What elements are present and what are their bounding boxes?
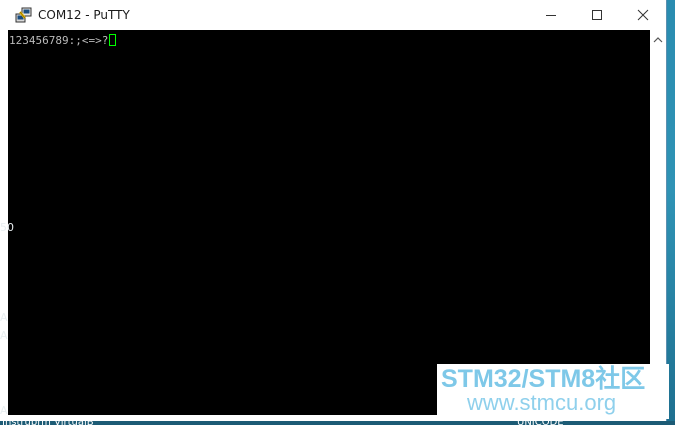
desktop-fragment-text: A bbox=[0, 404, 8, 417]
window-title: COM12 - PuTTY bbox=[38, 8, 130, 22]
putty-icon[interactable] bbox=[15, 6, 33, 24]
desktop-fragment-text: 50 bbox=[0, 221, 14, 234]
watermark: STM32/STM8社区 www.stmcu.org bbox=[437, 364, 669, 419]
close-icon bbox=[637, 6, 649, 25]
terminal-screen[interactable]: 123456789:;<=>? bbox=[8, 30, 650, 415]
minimize-button[interactable] bbox=[528, 0, 574, 30]
terminal-output-line: 123456789:;<=>? bbox=[9, 34, 117, 47]
desktop-fragment-text: A bbox=[0, 311, 8, 324]
maximize-icon bbox=[591, 6, 603, 25]
minimize-icon bbox=[545, 6, 557, 25]
maximize-button[interactable] bbox=[574, 0, 620, 30]
title-bar[interactable]: COM12 - PuTTY bbox=[0, 0, 666, 30]
terminal-output-text: 123456789:;<=>? bbox=[9, 34, 109, 47]
putty-window: COM12 - PuTTY 123456789:;<=>? bbox=[0, 0, 667, 421]
desktop-background-right bbox=[667, 0, 675, 425]
desktop-fragment-text: A bbox=[0, 329, 8, 342]
close-button[interactable] bbox=[620, 0, 666, 30]
scroll-up-button[interactable] bbox=[650, 30, 666, 46]
chevron-up-icon bbox=[653, 29, 663, 48]
watermark-title: STM32/STM8社区 bbox=[441, 365, 646, 393]
watermark-url: www.stmcu.org bbox=[467, 390, 617, 415]
terminal-cursor bbox=[109, 34, 117, 46]
taskbar-encoding-label: UNICODE bbox=[517, 418, 564, 425]
scroll-track[interactable] bbox=[650, 46, 666, 415]
vertical-scrollbar[interactable] bbox=[650, 30, 666, 415]
taskbar-item-label[interactable]: Instrubrm VirtualB bbox=[2, 418, 132, 425]
